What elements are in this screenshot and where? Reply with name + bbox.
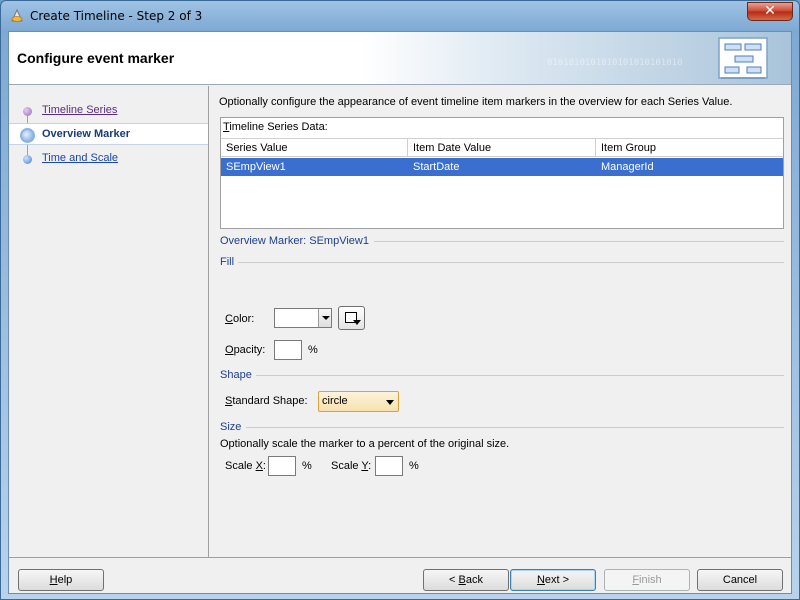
nav-item-timeline-series[interactable]: Timeline Series: [9, 100, 208, 122]
chevron-down-icon[interactable]: [318, 309, 331, 327]
column-header-item-date-value[interactable]: Item Date Value: [408, 139, 596, 157]
close-icon: ✕: [764, 3, 776, 19]
close-window-button[interactable]: ✕: [747, 2, 793, 21]
dialog-client-area: Configure event marker 01010101010101010…: [8, 31, 792, 594]
page-title: Configure event marker: [17, 50, 175, 66]
scale-y-input[interactable]: [375, 456, 403, 476]
size-description: Optionally scale the marker to a percent…: [220, 438, 510, 450]
opacity-percent-sign: %: [308, 344, 318, 356]
help-button[interactable]: Help: [18, 569, 104, 591]
cell-item-group: ManagerId: [601, 161, 654, 173]
nav-item-time-and-scale[interactable]: Time and Scale: [9, 148, 208, 170]
standard-shape-label: Standard Shape:: [225, 395, 308, 407]
wizard-header: Configure event marker 01010101010101010…: [9, 32, 791, 85]
nav-item-label: Overview Marker: [42, 128, 131, 140]
timeline-illustration-icon: [718, 37, 768, 79]
divider: [256, 375, 784, 376]
step-content: Optionally configure the appearance of e…: [210, 86, 791, 557]
color-dropdown[interactable]: [274, 308, 332, 328]
scale-y-label: Scale Y:: [331, 460, 372, 472]
divider: [246, 427, 784, 428]
divider: [374, 241, 784, 242]
pending-step-icon: [23, 155, 32, 164]
scale-y-percent-sign: %: [409, 460, 419, 472]
cancel-button[interactable]: Cancel: [697, 569, 783, 591]
opacity-input[interactable]: [274, 340, 302, 360]
series-table-caption: Timeline Series Data:: [223, 121, 328, 133]
table-row[interactable]: SEmpView1 StartDate ManagerId: [221, 158, 783, 176]
shape-section-heading: Shape: [220, 369, 252, 381]
column-header-item-group[interactable]: Item Group: [596, 139, 783, 157]
nav-item-overview-marker[interactable]: Overview Marker: [9, 123, 208, 145]
standard-shape-dropdown[interactable]: circle: [318, 391, 399, 412]
finish-button: Finish: [604, 569, 690, 591]
opacity-label: Opacity:: [225, 344, 266, 356]
scale-x-label: Scale X:: [225, 460, 266, 472]
wizard-step-navigation: Timeline Series Overview Marker Time and…: [9, 86, 209, 557]
divider: [238, 262, 784, 263]
color-label: Color:: [225, 313, 255, 325]
timeline-series-table: Timeline Series Data: Series Value Item …: [220, 117, 784, 229]
series-table-header: Series Value Item Date Value Item Group: [221, 138, 783, 157]
cell-item-date-value: StartDate: [413, 161, 460, 173]
title-bar[interactable]: Create Timeline - Step 2 of 3 ✕: [1, 1, 799, 31]
binary-decoration: 0101010101010101010101010: [547, 58, 683, 68]
window-title: Create Timeline - Step 2 of 3: [30, 9, 203, 23]
overview-marker-heading: Overview Marker: SEmpView1: [220, 235, 369, 247]
chevron-down-icon: [386, 400, 394, 405]
dropdown-arrow-icon: [353, 320, 361, 325]
nav-item-label[interactable]: Timeline Series: [42, 104, 117, 116]
dialog-window: Create Timeline - Step 2 of 3 ✕ Configur…: [0, 0, 800, 600]
next-button[interactable]: Next >: [510, 569, 596, 591]
intro-text: Optionally configure the appearance of e…: [219, 96, 733, 108]
back-button[interactable]: < Back: [423, 569, 509, 591]
app-icon: [11, 8, 23, 22]
standard-shape-value: circle: [322, 395, 348, 407]
fill-section-heading: Fill: [220, 256, 235, 268]
size-section-heading: Size: [220, 421, 242, 433]
column-header-series-value[interactable]: Series Value: [221, 139, 408, 157]
current-step-icon: [20, 128, 35, 143]
nav-item-label[interactable]: Time and Scale: [42, 152, 118, 164]
visited-step-icon: [23, 107, 32, 116]
cell-series-value: SEmpView1: [226, 161, 286, 173]
scale-x-input[interactable]: [268, 456, 296, 476]
color-picker-button[interactable]: [338, 306, 365, 330]
scale-x-percent-sign: %: [302, 460, 312, 472]
wizard-button-bar: Help < Back Next > Finish Cancel: [9, 557, 791, 593]
